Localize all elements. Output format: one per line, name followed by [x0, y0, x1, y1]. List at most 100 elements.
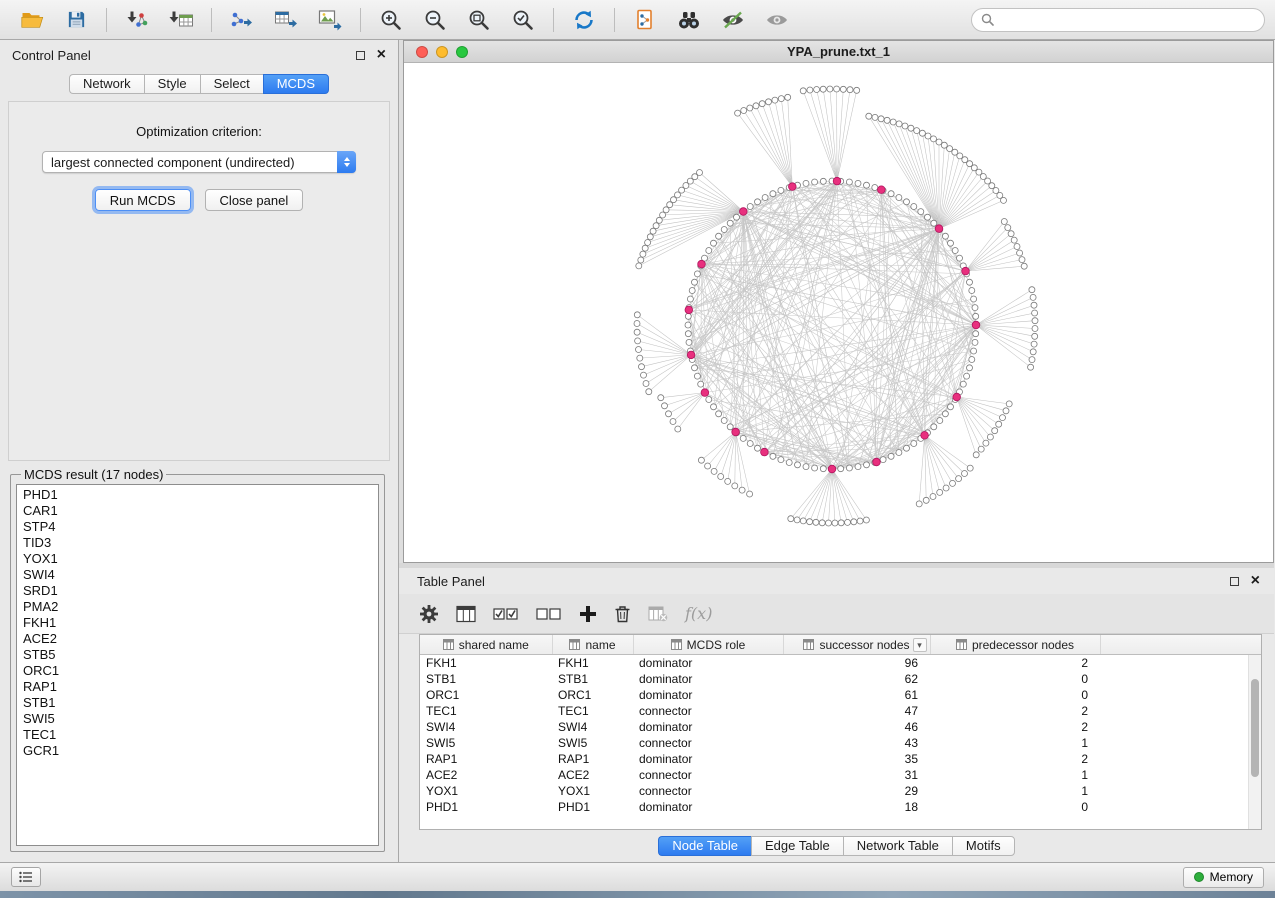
minimize-window-icon[interactable] [436, 46, 448, 58]
zoom-in-button[interactable] [369, 4, 413, 36]
network-titlebar[interactable]: YPA_prune.txt_1 [404, 41, 1273, 63]
table-cell: 1 [930, 783, 1100, 799]
network-canvas[interactable] [404, 63, 1273, 562]
mcds-result-item[interactable]: PHD1 [17, 487, 378, 503]
zoom-fit-button[interactable] [457, 4, 501, 36]
export-table-icon [274, 9, 298, 31]
mcds-result-item[interactable]: SRD1 [17, 583, 378, 599]
column-header-successor-nodes[interactable]: successor nodes▾ [783, 635, 930, 654]
tab-network[interactable]: Network [69, 74, 144, 94]
zoom-window-icon[interactable] [456, 46, 468, 58]
float-panel-icon[interactable] [356, 51, 365, 60]
import-network-button[interactable] [115, 4, 159, 36]
memory-button[interactable]: Memory [1183, 867, 1264, 888]
node-table-body: FKH1FKH1dominator962STB1STB1dominator620… [420, 654, 1261, 815]
mcds-result-item[interactable]: YOX1 [17, 551, 378, 567]
main-area: Control Panel × NetworkStyleSelectMCDS O… [0, 40, 1275, 862]
deselect-all-button[interactable] [536, 600, 562, 628]
mcds-result-item[interactable]: ACE2 [17, 631, 378, 647]
network-graph[interactable] [404, 63, 1273, 562]
select-all-button[interactable] [493, 600, 519, 628]
zoom-out-button[interactable] [413, 4, 457, 36]
tab-network-table[interactable]: Network Table [843, 836, 952, 856]
tab-node-table[interactable]: Node Table [658, 836, 751, 856]
mcds-result-item[interactable]: SWI5 [17, 711, 378, 727]
scrollbar-thumb[interactable] [1251, 679, 1259, 777]
table-row[interactable]: ACE2ACE2connector311 [420, 767, 1261, 783]
criterion-select[interactable]: largest connected component (undirected) [42, 151, 356, 173]
table-cell: dominator [633, 751, 783, 767]
show-all-button[interactable] [755, 4, 799, 36]
column-header-name[interactable]: name [552, 635, 633, 654]
export-image-button[interactable] [308, 4, 352, 36]
find-button[interactable] [667, 4, 711, 36]
zoom-selected-icon [511, 8, 535, 32]
table-row[interactable]: PHD1PHD1dominator180 [420, 799, 1261, 815]
table-row[interactable]: YOX1YOX1connector291 [420, 783, 1261, 799]
mcds-result-item[interactable]: PMA2 [17, 599, 378, 615]
close-panel-button[interactable]: Close panel [205, 189, 304, 211]
delete-column-button[interactable] [614, 600, 631, 628]
tab-mcds[interactable]: MCDS [263, 74, 329, 94]
mcds-result-item[interactable]: STP4 [17, 519, 378, 535]
import-table-button[interactable] [159, 4, 203, 36]
status-menu-button[interactable] [11, 867, 41, 887]
mcds-result-item[interactable]: STB5 [17, 647, 378, 663]
mcds-result-list[interactable]: PHD1CAR1STP4TID3YOX1SWI4SRD1PMA2FKH1ACE2… [16, 484, 379, 846]
tab-select[interactable]: Select [200, 74, 263, 94]
table-row[interactable]: RAP1RAP1dominator352 [420, 751, 1261, 767]
add-column-button[interactable] [579, 600, 597, 628]
table-row[interactable]: FKH1FKH1dominator962 [420, 654, 1261, 671]
import-table-icon [169, 9, 193, 31]
mcds-result-item[interactable]: STB1 [17, 695, 378, 711]
table-row[interactable]: TEC1TEC1connector472 [420, 703, 1261, 719]
table-cell: 0 [930, 799, 1100, 815]
table-row[interactable]: SWI4SWI4dominator462 [420, 719, 1261, 735]
tab-motifs[interactable]: Motifs [952, 836, 1015, 856]
float-table-panel-icon[interactable] [1230, 577, 1239, 586]
delete-table-button[interactable] [648, 600, 668, 628]
close-window-icon[interactable] [416, 46, 428, 58]
refresh-layout-button[interactable] [562, 4, 606, 36]
mcds-result-item[interactable]: FKH1 [17, 615, 378, 631]
close-table-panel-icon[interactable]: × [1251, 574, 1260, 588]
mcds-result-item[interactable]: RAP1 [17, 679, 378, 695]
table-cell-filler [1100, 654, 1261, 671]
table-cell: STB1 [552, 671, 633, 687]
table-scrollbar[interactable] [1248, 655, 1261, 829]
show-columns-button[interactable] [456, 600, 476, 628]
document-share-button[interactable] [623, 4, 667, 36]
table-cell: PHD1 [552, 799, 633, 815]
eye-slash-icon [721, 10, 745, 30]
zoom-selected-button[interactable] [501, 4, 545, 36]
mcds-result-item[interactable]: GCR1 [17, 743, 378, 759]
column-header-label: name [585, 638, 615, 652]
export-table-button[interactable] [264, 4, 308, 36]
table-settings-button[interactable] [419, 600, 439, 628]
column-sort-dropdown[interactable]: ▾ [913, 638, 927, 652]
mcds-result-item[interactable]: TEC1 [17, 727, 378, 743]
save-button[interactable] [54, 4, 98, 36]
table-row[interactable]: SWI5SWI5connector431 [420, 735, 1261, 751]
column-header-MCDS-role[interactable]: MCDS role [633, 635, 783, 654]
table-row[interactable]: STB1STB1dominator620 [420, 671, 1261, 687]
run-mcds-button[interactable]: Run MCDS [95, 189, 191, 211]
function-builder-button[interactable]: f(x) [685, 600, 712, 628]
tab-edge-table[interactable]: Edge Table [751, 836, 843, 856]
mcds-result-item[interactable]: SWI4 [17, 567, 378, 583]
node-table-container: shared name name MCDS rolesuccessor nodes▾… [419, 634, 1262, 830]
export-network-button[interactable] [220, 4, 264, 36]
table-cell: 96 [783, 654, 930, 671]
search-input[interactable] [1000, 13, 1255, 27]
column-header-predecessor-nodes[interactable]: predecessor nodes [930, 635, 1100, 654]
table-row[interactable]: ORC1ORC1dominator610 [420, 687, 1261, 703]
mcds-result-item[interactable]: TID3 [17, 535, 378, 551]
close-panel-icon[interactable]: × [377, 48, 386, 62]
mcds-result-item[interactable]: ORC1 [17, 663, 378, 679]
hide-selected-button[interactable] [711, 4, 755, 36]
open-folder-button[interactable] [10, 4, 54, 36]
tab-style[interactable]: Style [144, 74, 200, 94]
document-share-icon [635, 9, 655, 31]
column-header-shared-name[interactable]: shared name [420, 635, 552, 654]
mcds-result-item[interactable]: CAR1 [17, 503, 378, 519]
